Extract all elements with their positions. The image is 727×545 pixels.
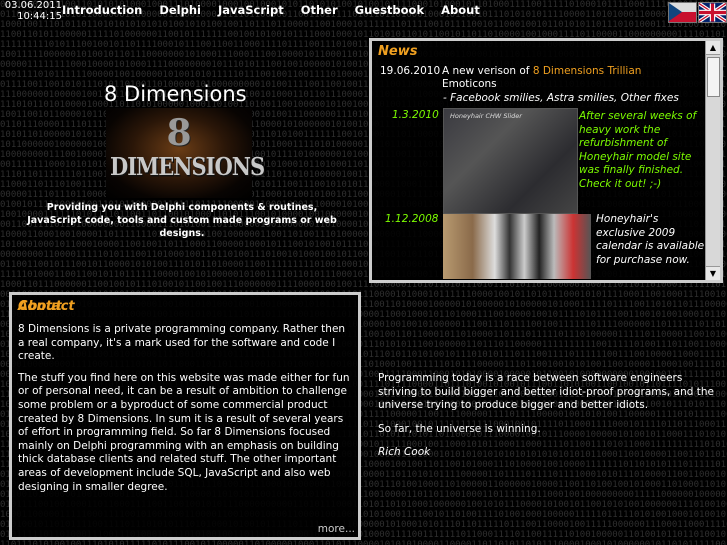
contact-heading: Contact [18,299,75,314]
nav-guestbook[interactable]: Guestbook [355,3,424,17]
nav-javascript[interactable]: JavaScript [218,3,284,17]
programming-quote: Programming today is a race between soft… [378,372,714,470]
current-time: 10:44:15 [17,11,62,22]
nav-about[interactable]: About [441,3,480,17]
news-panel: News 19.06.2010 A new verison of 8 Dimen… [369,38,723,283]
news-item-text: Honeyhair's exclusive 2009 calendar is a… [596,213,705,266]
main-nav: Introduction Delphi JavaScript Other Gue… [62,3,497,17]
about-panel: About 8 Dimensions is a private programm… [9,292,361,540]
nav-delphi[interactable]: Delphi [159,3,201,17]
current-date: 03.06.2011 [4,0,62,11]
news-scrollbar[interactable]: ▲ ▼ [705,41,720,280]
site-tagline: Providing you with Delphi components & r… [27,202,337,239]
scroll-thumb[interactable] [707,57,720,97]
logo-wordmark: DIMENSIONS [110,152,265,181]
uk-flag-icon[interactable] [698,2,727,23]
news-date: 1.12.2008 [385,213,439,225]
news-text-prefix: A new verison of [442,65,533,77]
news-image-honeyhair[interactable]: Honeyhair CHW Slider [443,108,578,214]
news-subtext: - Facebook smilies, Astra smilies, Other… [443,92,679,104]
quote-text: Programming today is a race between soft… [378,372,714,412]
more-link[interactable]: more... [318,523,355,535]
quote-author: Rich Cook [378,446,431,459]
logo-number: 8 [166,112,192,154]
nav-other[interactable]: Other [301,3,338,17]
news-image-calendar[interactable] [443,214,591,279]
about-paragraph: The stuff you find here on this website … [18,371,350,493]
news-item-text[interactable]: After several weeks of heavy work the re… [579,110,704,191]
site-logo[interactable]: 8 DIMENSIONS [106,108,265,198]
date-time: 03.06.2011 10:44:15 [0,0,62,22]
czech-flag-icon[interactable] [668,2,697,23]
news-date: 19.06.2010 [380,65,441,77]
about-text: 8 Dimensions is a private programming co… [18,323,352,502]
quote-text: So far, the universe is winning. [378,422,541,435]
news-text-suffix: Emoticons [442,78,497,90]
news-image-caption: Honeyhair CHW Slider [450,112,522,120]
about-paragraph: 8 Dimensions is a private programming co… [18,323,346,363]
news-date: 1.3.2010 [392,109,439,121]
news-heading: News [378,44,418,59]
news-link-trillian[interactable]: 8 Dimensions Trillian [533,65,642,77]
top-bar: 03.06.2011 10:44:15 Introduction Delphi … [0,0,727,23]
nav-introduction[interactable]: Introduction [62,3,142,17]
site-title: 8 Dimensions [104,82,247,106]
scroll-down-icon[interactable]: ▼ [706,266,720,280]
scroll-up-icon[interactable]: ▲ [706,41,720,55]
news-item-text: A new verison of 8 Dimensions Trillian E… [442,65,712,91]
